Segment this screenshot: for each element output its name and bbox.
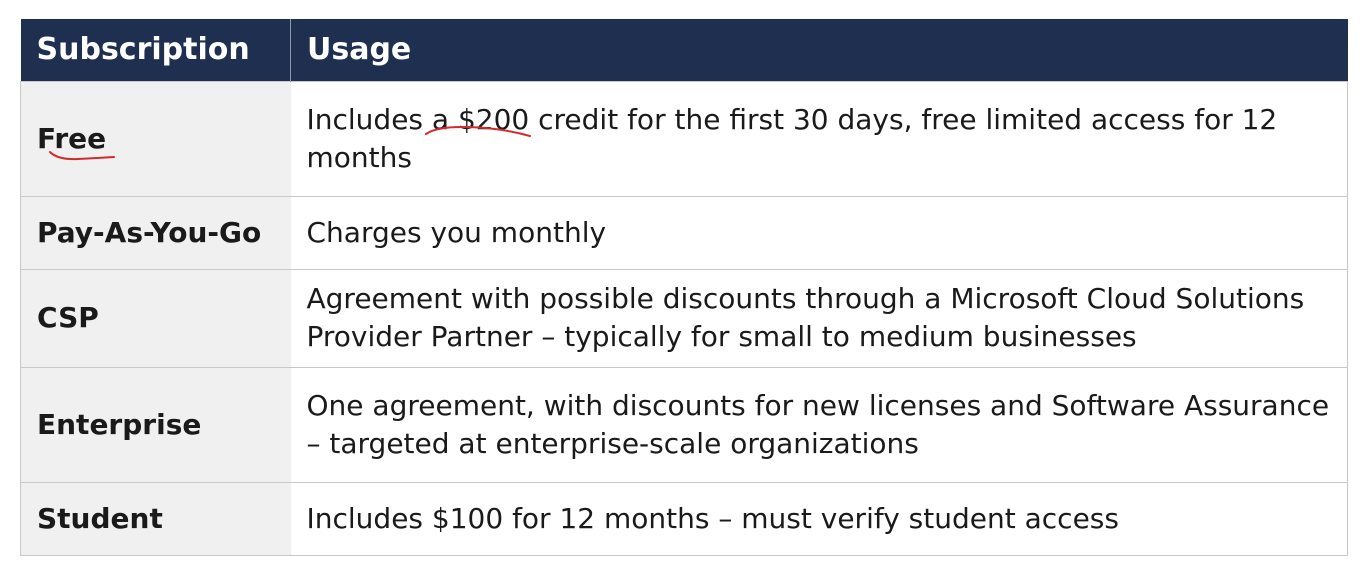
table-header-row: Subscription Usage — [20, 19, 1348, 81]
usage-cell: One agreement, with discounts for new li… — [290, 366, 1348, 483]
subscription-cell: Pay-As-You-Go — [20, 195, 291, 270]
usage-cell: Includes a $200 credit for the first 30 … — [290, 80, 1348, 197]
subscription-usage-table: Subscription Usage Free Includes a $200 … — [20, 19, 1348, 556]
table-row: Student Includes $100 for 12 months – mu… — [20, 481, 1348, 556]
table-row: CSP Agreement with possible discounts th… — [20, 268, 1348, 368]
usage-cell: Includes $100 for 12 months – must verif… — [290, 481, 1348, 556]
subscription-cell: Free — [20, 80, 291, 197]
column-header-usage: Usage — [290, 19, 1348, 81]
table-row: Pay-As-You-Go Charges you monthly — [20, 195, 1348, 270]
column-header-subscription: Subscription — [20, 19, 291, 81]
table-row: Free Includes a $200 credit for the firs… — [20, 80, 1348, 197]
table-row: Enterprise One agreement, with discounts… — [20, 366, 1348, 483]
subscription-cell: Enterprise — [20, 366, 291, 483]
usage-cell: Agreement with possible discounts throug… — [290, 268, 1348, 368]
subscription-cell: CSP — [20, 268, 291, 368]
subscription-cell: Student — [20, 481, 291, 556]
usage-cell: Charges you monthly — [290, 195, 1348, 270]
